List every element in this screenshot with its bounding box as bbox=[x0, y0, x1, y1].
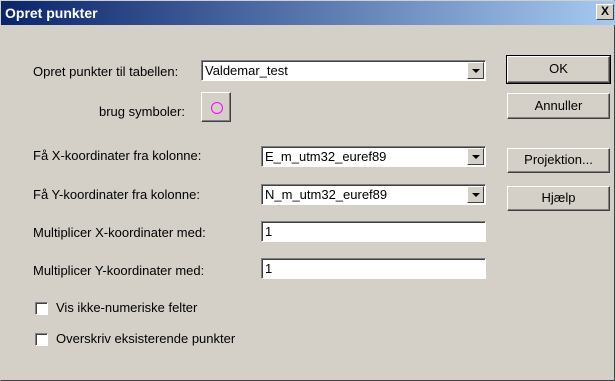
y-column-value: N_m_utm32_euref89 bbox=[265, 187, 388, 202]
ok-button[interactable]: OK bbox=[506, 55, 611, 84]
multiply-x-input[interactable]: 1 bbox=[261, 221, 486, 242]
symbols-label: brug symboler: bbox=[99, 104, 185, 119]
close-button[interactable]: X bbox=[596, 4, 614, 20]
circle-symbol-icon bbox=[211, 102, 223, 114]
close-icon: X bbox=[600, 4, 609, 18]
multiply-y-input[interactable]: 1 bbox=[261, 258, 486, 279]
y-column-label: Få Y-koordinater fra kolonne: bbox=[33, 187, 200, 202]
multiply-x-label: Multiplicer X-koordinater med: bbox=[33, 225, 206, 240]
chevron-down-icon[interactable] bbox=[467, 148, 484, 165]
overwrite-label: Overskriv eksisterende punkter bbox=[56, 331, 236, 346]
chevron-down-icon[interactable] bbox=[467, 62, 484, 79]
help-button[interactable]: Hjælp bbox=[507, 186, 610, 211]
create-points-dialog: Opret punkter X Opret punkter til tabell… bbox=[0, 0, 615, 381]
overwrite-checkbox[interactable] bbox=[35, 333, 48, 346]
y-column-combobox[interactable]: N_m_utm32_euref89 bbox=[261, 184, 486, 205]
table-combobox-value: Valdemar_test bbox=[205, 63, 288, 78]
table-label: Opret punkter til tabellen: bbox=[33, 64, 179, 79]
dialog-title: Opret punkter bbox=[5, 5, 98, 21]
x-column-value: E_m_utm32_euref89 bbox=[265, 149, 387, 164]
x-column-combobox[interactable]: E_m_utm32_euref89 bbox=[261, 146, 486, 167]
cancel-button[interactable]: Annuller bbox=[507, 93, 610, 119]
title-bar[interactable]: Opret punkter X bbox=[1, 1, 615, 25]
multiply-y-label: Multiplicer Y-koordinater med: bbox=[33, 263, 205, 278]
chevron-down-icon[interactable] bbox=[467, 186, 484, 203]
projection-button[interactable]: Projektion... bbox=[507, 148, 610, 173]
symbol-button[interactable] bbox=[201, 92, 231, 122]
x-column-label: Få X-koordinater fra kolonne: bbox=[33, 148, 202, 163]
show-non-numeric-label: Vis ikke-numeriske felter bbox=[56, 300, 198, 315]
table-combobox[interactable]: Valdemar_test bbox=[201, 60, 486, 81]
show-non-numeric-checkbox[interactable] bbox=[35, 302, 48, 315]
